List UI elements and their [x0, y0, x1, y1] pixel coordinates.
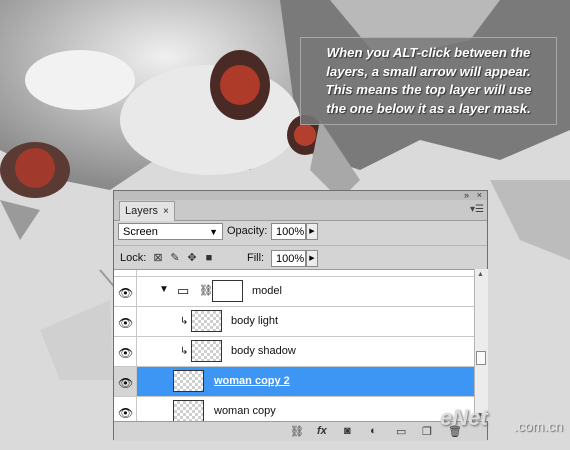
blend-mode-value: Screen — [123, 226, 158, 238]
blend-mode-select[interactable]: Screen ▼ — [118, 223, 223, 240]
link-layers-icon[interactable]: ⛓ — [290, 425, 304, 438]
lock-image-icon[interactable]: ✎ — [169, 252, 181, 264]
lock-label: Lock: — [120, 252, 147, 264]
layer-thumbnail[interactable] — [191, 340, 222, 362]
close-panel-icon[interactable]: × — [477, 190, 482, 200]
clipping-arrow-icon: ↳ — [180, 346, 189, 357]
eye-icon[interactable]: 👁 — [118, 286, 133, 300]
layer-name[interactable]: body shadow — [231, 345, 296, 357]
chevron-down-icon: ▼ — [209, 227, 218, 237]
visibility-cell — [114, 270, 137, 276]
layer-row-woman-copy[interactable]: 👁 woman copy — [114, 397, 474, 422]
tab-close-icon[interactable]: × — [163, 206, 169, 217]
layer-row-body-shadow[interactable]: 👁 ↳ body shadow — [114, 337, 474, 367]
new-group-icon[interactable]: ▭ — [396, 425, 406, 438]
collapse-icon[interactable]: » — [464, 190, 469, 200]
add-mask-icon[interactable]: ◙ — [344, 425, 351, 437]
visibility-cell[interactable]: 👁 — [114, 397, 137, 422]
tab-layers[interactable]: Layers × — [119, 201, 175, 221]
fill-label: Fill: — [247, 252, 265, 264]
blend-opacity-row: Screen ▼ Opacity: 100% ▶ — [114, 221, 487, 245]
adjustment-layer-icon[interactable]: ◐ — [370, 425, 377, 437]
layer-name[interactable]: woman copy — [214, 405, 276, 417]
fill-slider-arrow-icon[interactable]: ▶ — [306, 250, 318, 267]
visibility-cell[interactable]: 👁 — [114, 307, 137, 336]
tab-label: Layers — [125, 205, 159, 217]
eye-icon[interactable]: 👁 — [118, 316, 133, 330]
panel-menu-icon[interactable]: ▾☰ — [470, 204, 484, 215]
tab-row: Layers × ▾☰ — [114, 200, 487, 221]
link-icon[interactable]: ⛓ — [199, 284, 213, 297]
layers-panel: » × Layers × ▾☰ Screen ▼ Opacity: 100% ▶ … — [113, 190, 488, 441]
lock-all-icon[interactable]: ■ — [203, 252, 215, 264]
lock-fill-row: Lock: ⊠ ✎ ✥ ■ Fill: 100% ▶ — [114, 245, 487, 270]
watermark-domain: .com.cn — [514, 418, 564, 434]
layers-scrollbar[interactable]: ▲ ▼ — [474, 269, 488, 421]
watermark-logo: eNet — [440, 405, 488, 431]
layer-thumbnail[interactable] — [173, 370, 204, 392]
tooltip-note: When you ALT-click between the layers, a… — [300, 37, 557, 125]
visibility-cell[interactable]: 👁 — [114, 277, 137, 306]
eye-icon[interactable]: 👁 — [118, 406, 133, 420]
lock-transparent-icon[interactable]: ⊠ — [152, 252, 164, 264]
scrollbar-thumb[interactable] — [476, 351, 486, 365]
fx-icon[interactable]: fx — [317, 425, 327, 437]
layer-row-model[interactable]: 👁 ▼ ▭ ⛓ model — [114, 277, 474, 307]
opacity-slider-arrow-icon[interactable]: ▶ — [306, 223, 318, 240]
visibility-cell[interactable]: 👁 — [114, 367, 137, 396]
layer-row-woman-copy-2[interactable]: 👁 woman copy 2 — [114, 367, 474, 397]
fill-field[interactable]: 100% — [271, 250, 306, 267]
opacity-field[interactable]: 100% — [271, 223, 306, 240]
new-layer-icon[interactable]: ❐ — [422, 425, 432, 438]
expand-triangle-icon[interactable]: ▼ — [159, 284, 169, 295]
watermark-brand: eNet — [440, 405, 488, 430]
tooltip-line: This means the top layer will use — [325, 82, 532, 97]
scroll-up-icon[interactable]: ▲ — [477, 271, 484, 278]
eye-icon[interactable]: 👁 — [118, 376, 133, 390]
folder-icon: ▭ — [177, 283, 190, 298]
layer-name[interactable]: model — [252, 285, 282, 297]
layer-row-body-light[interactable]: 👁 ↳ body light — [114, 307, 474, 337]
tooltip-line: the one below it as a layer mask. — [326, 100, 531, 116]
visibility-cell[interactable]: 👁 — [114, 337, 137, 366]
tooltip-line: When you ALT-click between the — [326, 45, 531, 60]
lock-position-icon[interactable]: ✥ — [186, 252, 198, 264]
mask-thumbnail[interactable] — [212, 280, 243, 302]
layers-list: 👁 ▼ ▭ ⛓ model 👁 ↳ body light 👁 ↳ body sh… — [114, 269, 474, 422]
layer-thumbnail[interactable] — [173, 400, 204, 422]
clipping-arrow-icon: ↳ — [180, 316, 189, 327]
opacity-label: Opacity: — [227, 225, 268, 237]
layer-thumbnail[interactable] — [191, 310, 222, 332]
layer-name[interactable]: woman copy 2 — [214, 375, 290, 387]
layer-name[interactable]: body light — [231, 315, 278, 327]
tooltip-line: layers, a small arrow will appear. — [326, 63, 531, 79]
layer-row-partial[interactable] — [114, 270, 474, 277]
eye-icon[interactable]: 👁 — [118, 346, 133, 360]
panel-footer: ⛓ fx ◙ ◐ ▭ ❐ 🗑 — [114, 421, 487, 441]
